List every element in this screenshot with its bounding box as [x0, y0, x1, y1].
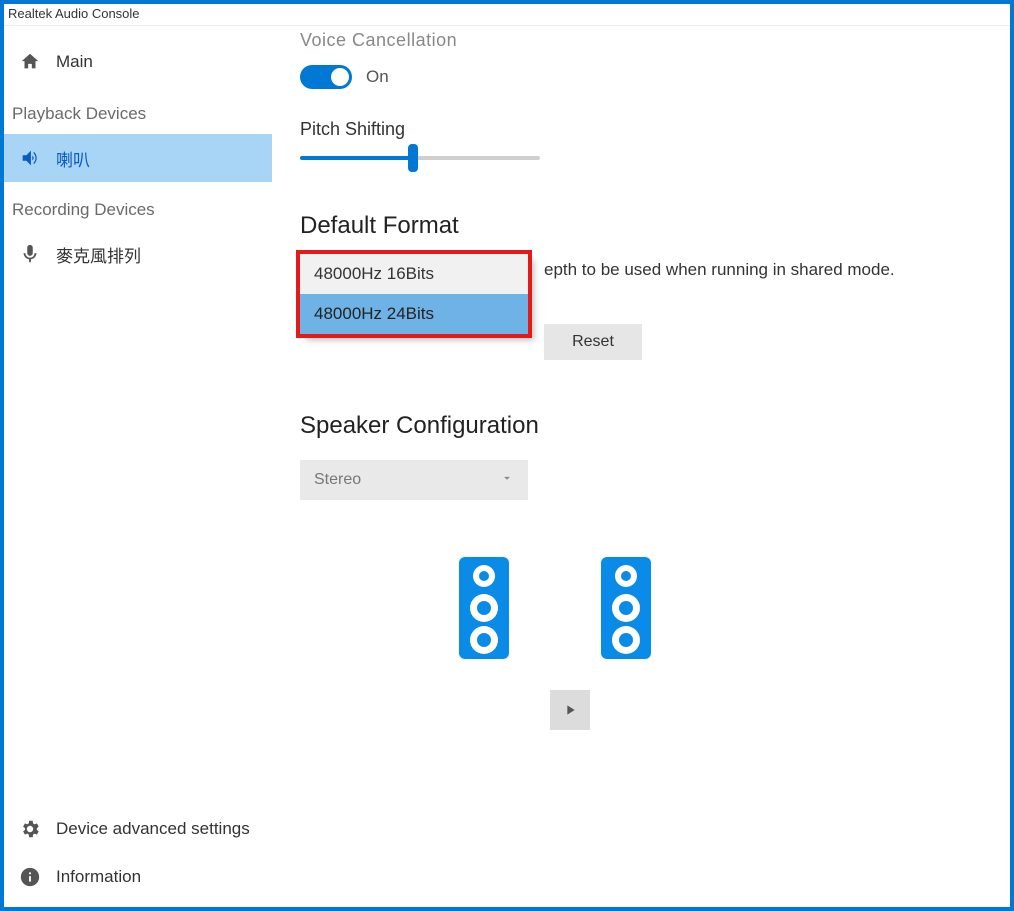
speaker-config-value: Stereo	[314, 471, 361, 489]
sidebar-item-main[interactable]: Main	[4, 38, 272, 86]
default-format-description: epth to be used when running in shared m…	[544, 260, 986, 280]
speaker-config-select[interactable]: Stereo	[300, 460, 528, 500]
microphone-icon	[18, 243, 42, 265]
voice-cancellation-label: Voice Cancellation	[300, 30, 986, 51]
slider-thumb[interactable]	[408, 144, 418, 172]
voice-cancellation-state: On	[366, 67, 389, 87]
chevron-down-icon	[500, 471, 514, 490]
sidebar-item-speakers[interactable]: 喇叭	[4, 134, 272, 182]
pitch-shifting-slider[interactable]	[300, 156, 540, 160]
info-icon	[18, 866, 42, 888]
speaker-config-heading: Speaker Configuration	[300, 412, 986, 440]
main-panel: Voice Cancellation On Pitch Shifting Def…	[272, 26, 1010, 907]
window-title: Realtek Audio Console	[4, 4, 1010, 26]
voice-cancellation-toggle[interactable]	[300, 65, 352, 89]
default-format-dropdown[interactable]: 48000Hz 16Bits 48000Hz 24Bits	[300, 254, 528, 334]
sidebar-item-mic[interactable]: 麥克風排列	[4, 230, 272, 278]
content-body: Main Playback Devices 喇叭 Recording Devic…	[4, 26, 1010, 907]
sidebar-item-label: Information	[56, 867, 141, 887]
sidebar-item-label: Main	[56, 52, 93, 72]
home-icon	[18, 51, 42, 73]
reset-button[interactable]: Reset	[544, 324, 642, 360]
dropdown-option-24bit[interactable]: 48000Hz 24Bits	[300, 294, 528, 334]
default-format-heading: Default Format	[300, 212, 986, 240]
sidebar-item-label: Device advanced settings	[56, 819, 250, 839]
speaker-icon	[18, 147, 42, 169]
play-test-button[interactable]	[550, 690, 590, 730]
gear-icon	[18, 818, 42, 840]
speakers-diagram	[458, 556, 986, 660]
app-window: Realtek Audio Console Main Playback Devi…	[0, 0, 1014, 911]
speaker-right-icon	[600, 556, 652, 660]
sidebar-section-playback: Playback Devices	[4, 86, 272, 134]
dropdown-option-16bit[interactable]: 48000Hz 16Bits	[300, 254, 528, 294]
sidebar: Main Playback Devices 喇叭 Recording Devic…	[4, 26, 272, 907]
speaker-left-icon	[458, 556, 510, 660]
sidebar-section-recording: Recording Devices	[4, 182, 272, 230]
pitch-shifting-label: Pitch Shifting	[300, 119, 986, 140]
sidebar-item-label: 麥克風排列	[56, 242, 141, 267]
sidebar-item-information[interactable]: Information	[4, 853, 272, 901]
sidebar-item-label: 喇叭	[56, 146, 90, 171]
sidebar-item-advanced[interactable]: Device advanced settings	[4, 805, 272, 853]
